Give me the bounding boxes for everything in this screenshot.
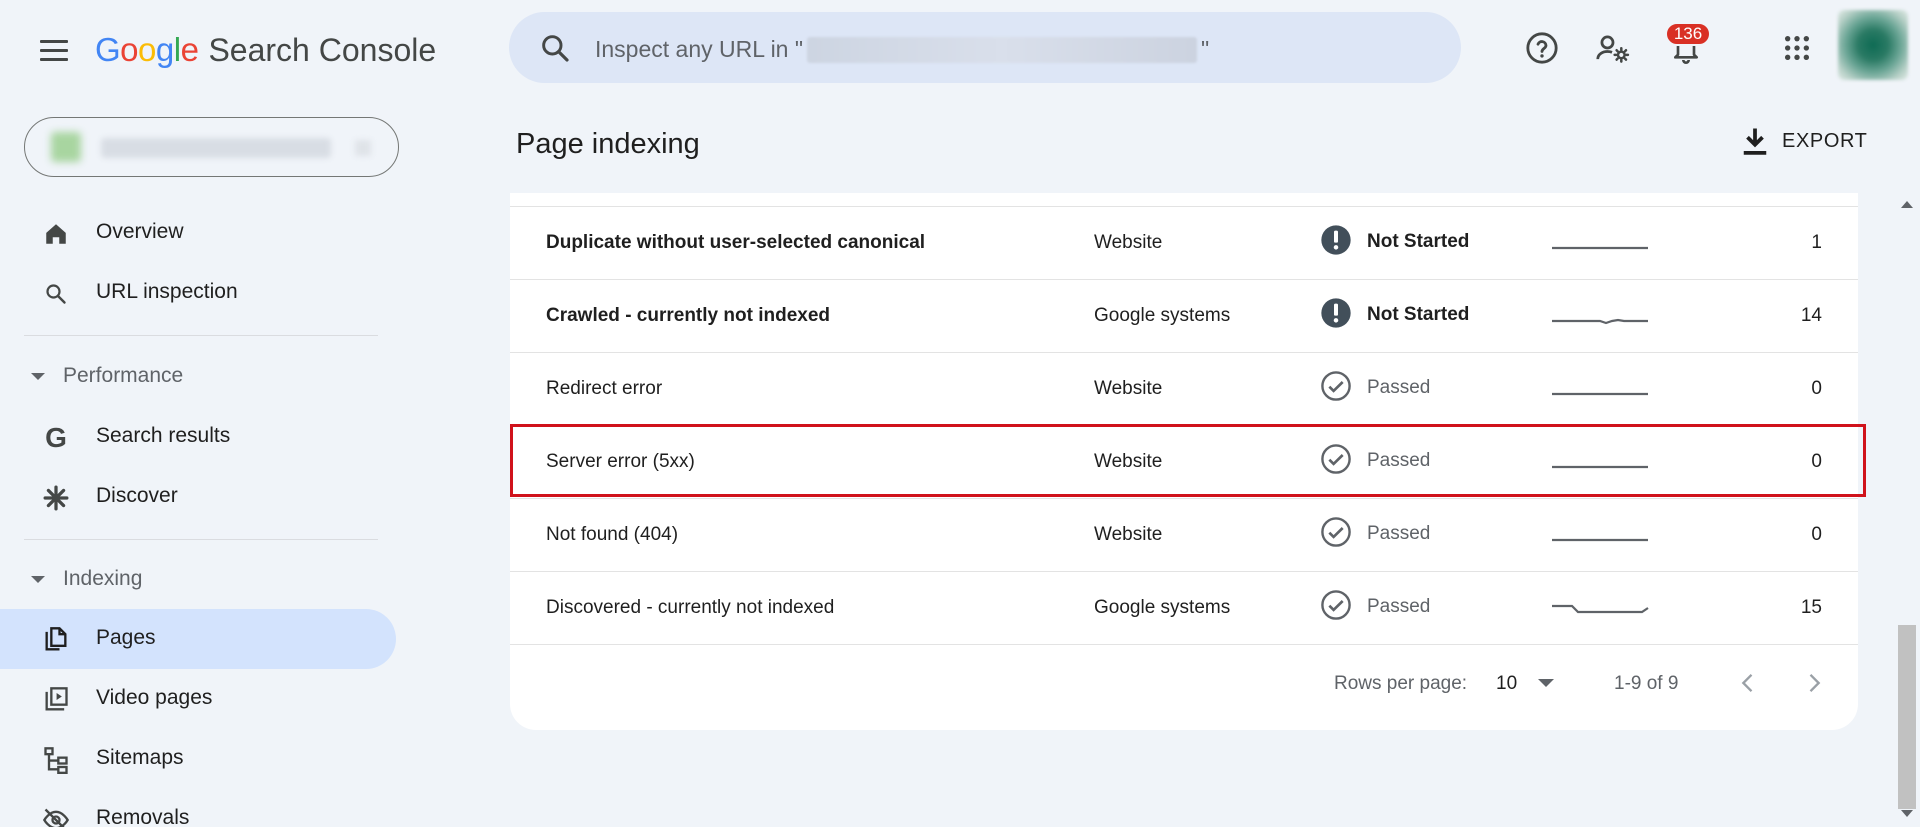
pages-icon: [42, 626, 70, 654]
sidebar-item-removals[interactable]: Removals: [0, 789, 396, 827]
property-name-redacted: [101, 138, 331, 158]
row-pages: 1: [1811, 232, 1822, 253]
row-source: Google systems: [1094, 305, 1231, 326]
trend-sparkline: [1552, 318, 1648, 325]
scroll-thumb[interactable]: [1898, 625, 1916, 809]
sidebar-item-url-inspection[interactable]: URL inspection: [0, 263, 396, 323]
sidebar-divider: [24, 335, 378, 336]
help-icon[interactable]: [1521, 27, 1563, 69]
row-pages: 15: [1800, 597, 1822, 618]
search-icon: [42, 280, 70, 308]
apps-icon[interactable]: [1776, 27, 1818, 69]
row-pages: 0: [1811, 451, 1822, 472]
row-reason: Discovered - currently not indexed: [546, 597, 835, 618]
alert-icon: [1321, 225, 1351, 255]
table-row[interactable]: Crawled - currently not indexed Google s…: [510, 280, 1858, 353]
row-validation: Passed: [1320, 589, 1520, 629]
search-icon: [542, 35, 569, 62]
property-favicon: [51, 132, 81, 162]
trend-sparkline: [1552, 392, 1648, 396]
check-circle-icon: [1321, 517, 1351, 547]
table-row[interactable]: Redirect error Website Passed 0: [510, 353, 1858, 426]
row-source: Website: [1094, 451, 1163, 472]
row-reason: Crawled - currently not indexed: [546, 305, 830, 326]
sidebar-item-discover[interactable]: Discover: [0, 467, 396, 527]
sitemap-icon: [42, 746, 70, 774]
rows-per-page-label: Rows per page:: [1334, 673, 1468, 694]
table-row[interactable]: Not found (404) Website Passed 0: [510, 499, 1858, 572]
product-name: Search Console: [208, 31, 437, 68]
row-reason: Server error (5xx): [546, 451, 695, 472]
url-inspect-search[interactable]: Inspect any URL in " ": [509, 12, 1461, 83]
row-validation: Not Started: [1320, 297, 1520, 337]
trend-sparkline: [1552, 465, 1648, 469]
row-pages: 0: [1811, 378, 1822, 399]
page-scrollbar[interactable]: [1895, 193, 1920, 827]
alert-icon: [1321, 298, 1351, 328]
avatar[interactable]: [1838, 10, 1908, 80]
sidebar-section-indexing[interactable]: Indexing: [26, 561, 142, 597]
export-button[interactable]: EXPORT: [1742, 126, 1867, 156]
asterisk-icon: [42, 484, 70, 512]
trend-sparkline: [1552, 538, 1648, 542]
trend-sparkline: [1552, 604, 1649, 614]
table-row[interactable]: Discovered - currently not indexed Googl…: [510, 572, 1858, 645]
row-pages: 14: [1800, 305, 1822, 326]
row-reason: Not found (404): [546, 524, 679, 545]
check-circle-icon: [1321, 444, 1351, 474]
row-validation: Not Started: [1320, 224, 1520, 264]
pagination-range: 1-9 of 9: [1614, 673, 1679, 694]
row-source: Website: [1094, 232, 1163, 253]
table-row[interactable]: Server error (5xx) Website Passed 0: [510, 426, 1858, 499]
google-wordmark: Google: [95, 31, 199, 68]
sidebar-item-pages[interactable]: Pages: [0, 609, 396, 669]
row-reason: Duplicate without user-selected canonica…: [546, 232, 926, 253]
sidebar-item-search-results[interactable]: G Search results: [0, 407, 396, 467]
sidebar-section-performance[interactable]: Performance: [26, 358, 183, 394]
row-validation: Passed: [1320, 370, 1520, 410]
google-g-icon: G: [45, 422, 67, 453]
product-logo[interactable]: Google Search Console: [95, 28, 436, 72]
sidebar-item-video-pages[interactable]: Video pages: [0, 669, 396, 729]
scroll-down-arrow[interactable]: [1901, 810, 1913, 817]
video-pages-icon: [42, 686, 70, 714]
property-selector[interactable]: [24, 117, 399, 177]
row-source: Website: [1094, 378, 1163, 399]
sidebar-divider: [24, 539, 378, 540]
menu-icon[interactable]: [34, 30, 74, 70]
removals-icon: [42, 806, 70, 827]
manage-users-icon[interactable]: [1592, 27, 1634, 69]
trend-sparkline: [1552, 246, 1648, 250]
scroll-up-arrow[interactable]: [1901, 201, 1913, 208]
row-validation: Passed: [1320, 516, 1520, 556]
table-pagination: Rows per page: 10 1-9 of 9: [510, 663, 1858, 703]
row-pages: 0: [1811, 524, 1822, 545]
top-bar: Google Search Console Inspect any URL in…: [0, 0, 1920, 98]
caret-down-icon: [31, 575, 45, 583]
redacted-property: [807, 36, 1198, 63]
notification-badge: 136: [1665, 22, 1711, 46]
row-validation: Passed: [1320, 443, 1520, 483]
issues-table: Duplicate without user-selected canonica…: [510, 193, 1858, 730]
caret-down-icon[interactable]: [1538, 679, 1554, 687]
caret-down-icon: [31, 372, 45, 380]
table-row[interactable]: Duplicate without user-selected canonica…: [510, 207, 1858, 280]
search-placeholder[interactable]: Inspect any URL in " ": [595, 36, 1209, 63]
chevron-down-icon: [355, 140, 371, 156]
row-reason: Redirect error: [546, 378, 663, 399]
home-icon: [42, 220, 70, 248]
check-circle-icon: [1321, 590, 1351, 620]
chevron-right-icon[interactable]: [1800, 667, 1828, 699]
page-title: Page indexing: [516, 128, 700, 160]
check-circle-icon: [1321, 371, 1351, 401]
chevron-left-icon[interactable]: [1734, 667, 1762, 699]
rows-per-page-select[interactable]: 10: [1496, 673, 1517, 695]
row-source: Website: [1094, 524, 1163, 545]
row-source: Google systems: [1094, 597, 1231, 618]
download-icon: [1743, 128, 1767, 155]
sidebar-item-overview[interactable]: Overview: [0, 203, 396, 263]
sidebar-item-sitemaps[interactable]: Sitemaps: [0, 729, 396, 789]
